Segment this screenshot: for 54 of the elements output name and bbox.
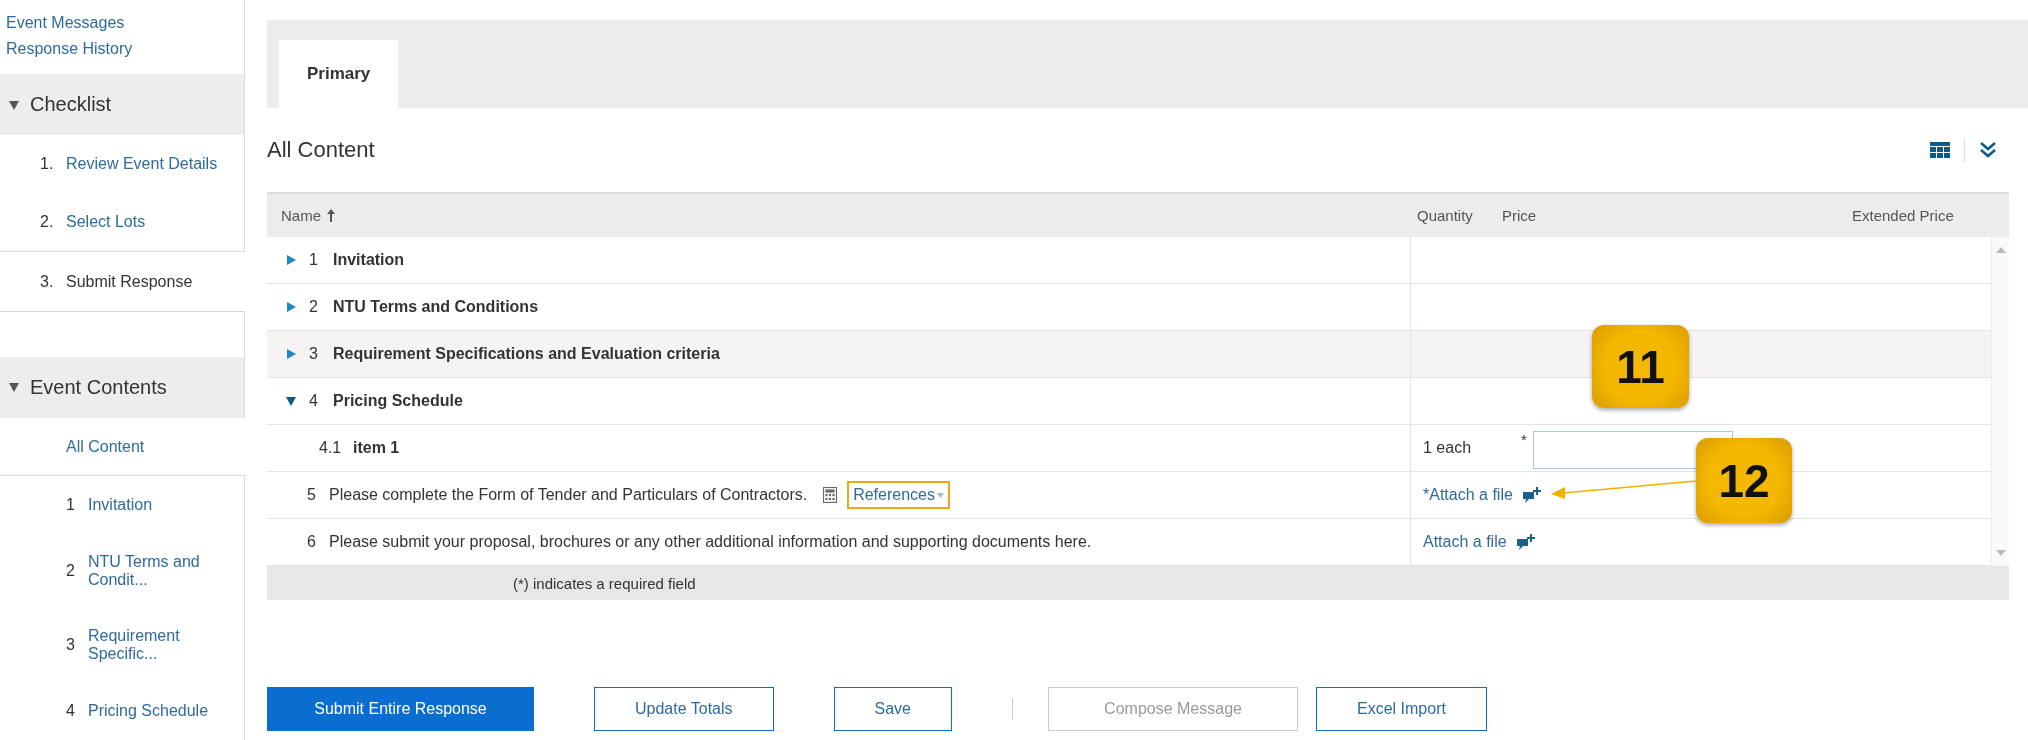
item-position: 4.1 xyxy=(319,439,343,457)
tab[interactable]: Primary xyxy=(279,40,399,108)
section-title: Checklist xyxy=(30,93,112,117)
double-chevron-down-icon[interactable] xyxy=(1979,141,1997,159)
quantity-cell-text: 1 each xyxy=(1422,439,1473,457)
checklist-item[interactable]: 2. Select Lots xyxy=(0,193,245,252)
action-button[interactable]: Update Totals xyxy=(594,687,774,731)
caret-down-icon[interactable] xyxy=(8,98,20,111)
required-mark: * xyxy=(1521,431,1527,448)
question-text: Please submit your proposal, brochures or any other additional information and supporting documents here. xyxy=(329,533,1092,551)
row-number: 4 xyxy=(309,392,319,410)
column-header: Extended Price xyxy=(1852,207,1954,224)
column-header[interactable]: Name xyxy=(281,207,321,224)
row-number: 6 xyxy=(307,533,317,551)
section-title[interactable]: Pricing Schedule xyxy=(333,392,463,410)
section-title[interactable]: Requirement Specifications and Evaluation criteria xyxy=(333,345,720,363)
sort-arrow-icon[interactable] xyxy=(327,209,335,222)
content-nav-item[interactable]: 4 Pricing Schedule xyxy=(0,682,245,740)
question-text: Please complete the Form of Tender and Particulars of Contractors. xyxy=(329,486,808,504)
calculator-icon[interactable] xyxy=(823,487,838,503)
section-title: Event Contents xyxy=(30,375,167,399)
row-number: 3 xyxy=(309,345,319,363)
column-header: Quantity xyxy=(1417,207,1473,224)
item-name: item 1 xyxy=(353,439,400,457)
checklist-item[interactable]: 1. Review Event Details xyxy=(0,135,245,194)
row-number: 1 xyxy=(309,251,319,269)
checklist-item[interactable]: 3. Submit Response xyxy=(0,251,245,312)
column-header: Price xyxy=(1502,207,1537,224)
section-title[interactable]: NTU Terms and Conditions xyxy=(333,298,539,316)
sidebar-link[interactable]: Response History xyxy=(6,40,133,58)
footnote: (*) indicates a required field xyxy=(513,574,696,592)
content-nav-item[interactable]: 1 Invitation xyxy=(0,476,245,535)
submit-button[interactable]: Submit Entire Response xyxy=(267,687,534,731)
callout-tooltip: 11 xyxy=(1592,325,1689,408)
attach-file-link[interactable]: Attach a file xyxy=(1423,533,1507,551)
action-button[interactable]: Excel Import xyxy=(1316,687,1487,731)
content-title: All Content xyxy=(267,137,376,163)
callout-tooltip: 12 xyxy=(1696,438,1792,523)
attach-comment-icon[interactable] xyxy=(1522,487,1541,503)
table-view-icon[interactable] xyxy=(1930,142,1950,158)
caret-right-icon[interactable] xyxy=(285,254,297,266)
row-number: 2 xyxy=(309,298,319,316)
references-link[interactable]: References xyxy=(847,481,950,509)
action-button[interactable]: Save xyxy=(833,687,952,731)
attach-file-link[interactable]: *Attach a file xyxy=(1423,486,1513,504)
row-number: 5 xyxy=(307,486,317,504)
attach-comment-icon[interactable] xyxy=(1516,534,1535,550)
sidebar-link[interactable]: Event Messages xyxy=(6,14,125,32)
caret-right-icon[interactable] xyxy=(285,348,297,360)
caret-down-icon[interactable] xyxy=(285,395,297,407)
caret-down-icon[interactable] xyxy=(8,381,20,394)
caret-right-icon[interactable] xyxy=(285,301,297,313)
section-title[interactable]: Invitation xyxy=(333,251,405,269)
content-nav-item[interactable]: All Content xyxy=(0,418,245,477)
